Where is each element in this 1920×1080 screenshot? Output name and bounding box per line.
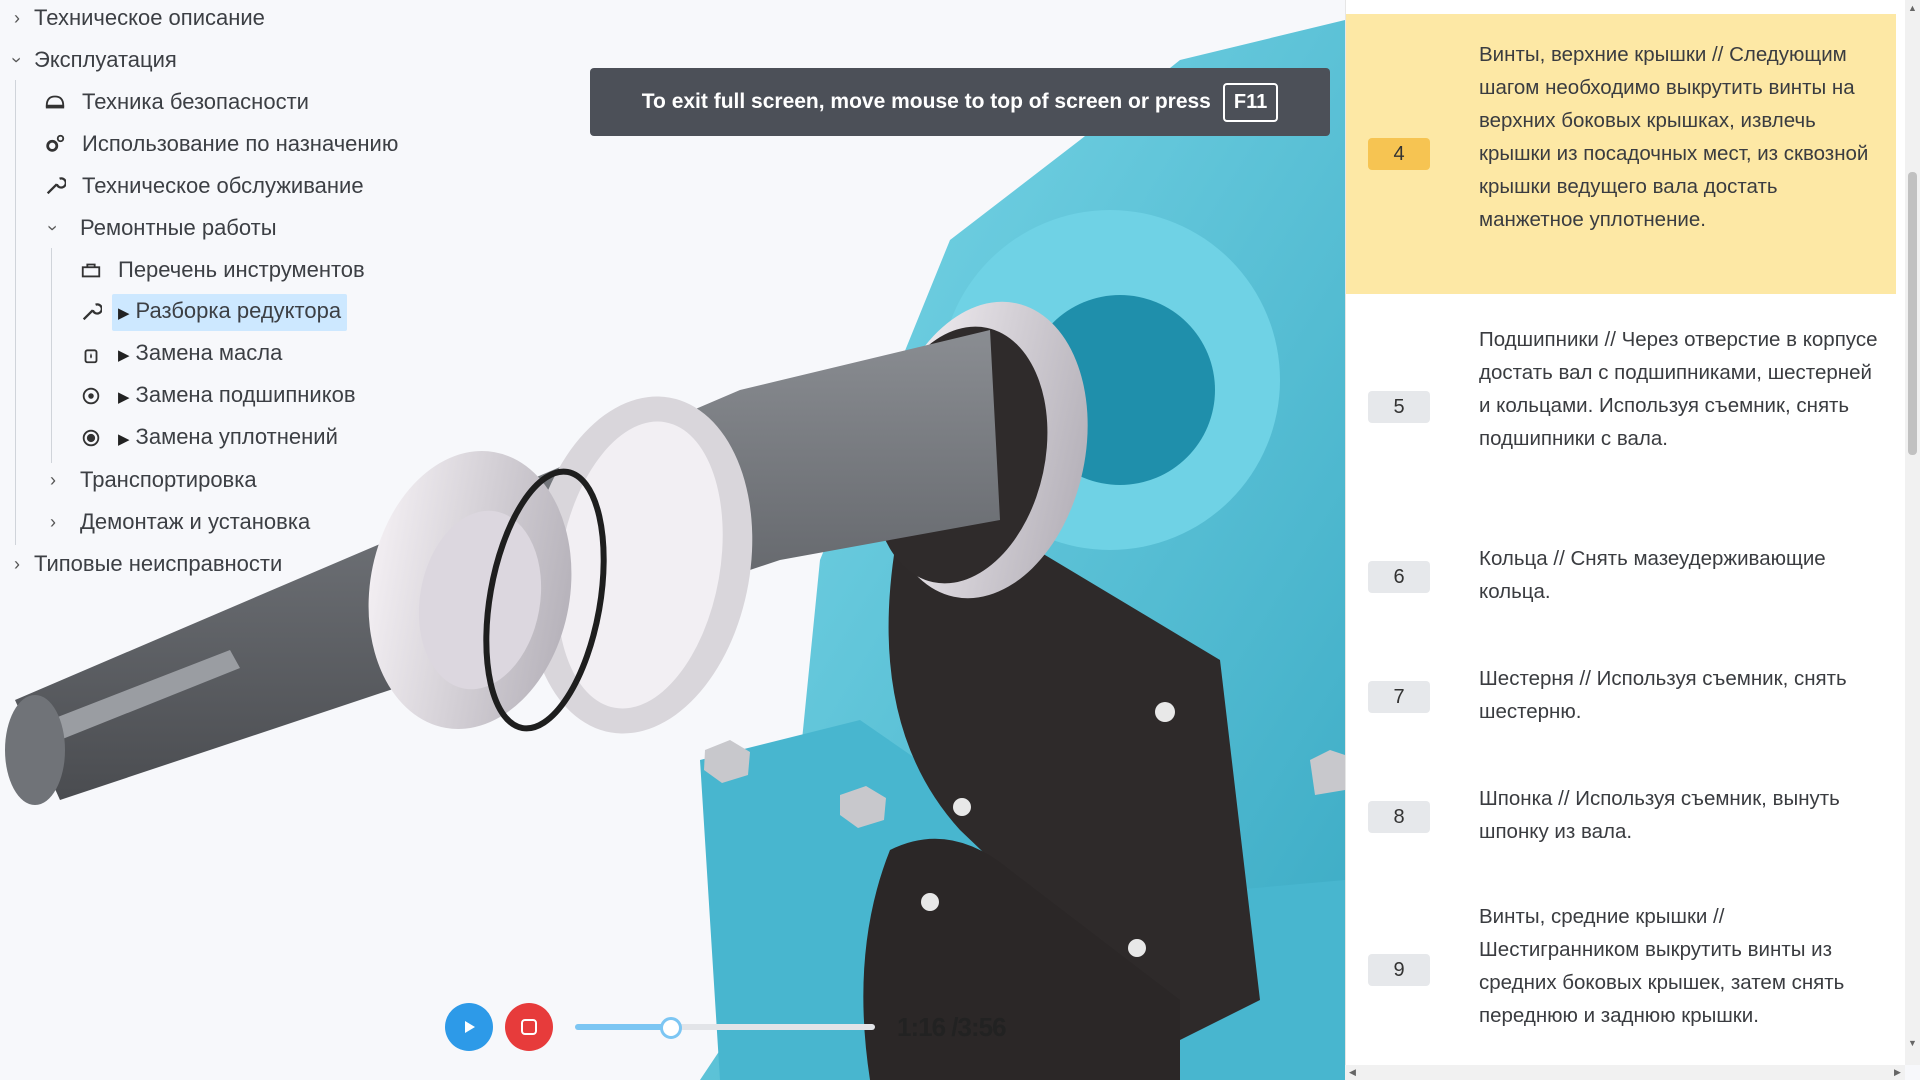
cover-hole [1155,702,1175,722]
step-text: Винты, средние крышки // Шестигранником … [1479,905,1845,1027]
tree-item-text: Замена масла [135,339,283,365]
step-text: Шестерня // Используя съемник, снять шес… [1479,667,1847,723]
scroll-down-arrow-icon[interactable]: ▼ [1905,1035,1920,1050]
scroll-left-arrow-icon[interactable]: ◀ [1345,1065,1360,1080]
step-number-badge: 9 [1368,954,1430,986]
tree-item-operation[interactable]: › Эксплуатация [6,42,183,78]
tree-item-safety[interactable]: Техника безопасности [42,84,315,120]
play-marker-icon: ▶ [118,304,130,322]
steps-vertical-scrollbar[interactable]: ▲ ▼ [1905,0,1920,1065]
play-icon [465,1021,475,1033]
play-marker-icon: ▶ [118,346,130,364]
tree-item-gearbox-disassembly[interactable]: ▶ Разборка редуктора [78,293,348,331]
step-text: Шпонка // Используя съемник, вынуть шпон… [1479,787,1840,843]
tree-item-text: Замена подшипников [135,381,356,407]
step-item[interactable]: 7 Шестерня // Используя съемник, снять ш… [1346,652,1896,742]
step-text: Кольца // Снять мазеудерживающие кольца. [1479,547,1826,603]
step-number-badge: 6 [1368,561,1430,593]
steps-panel: 4 Винты, верхние крышки // Следующим шаг… [1345,0,1906,1065]
tree-item-tool-list[interactable]: Перечень инструментов [78,252,371,288]
step-item[interactable]: 6 Кольца // Снять мазеудерживающие кольц… [1346,530,1896,620]
cover-hole [921,893,939,911]
tree-item-oil-change[interactable]: ▶ Замена масла [78,336,288,372]
tree-item-selected[interactable]: ▶ Разборка редуктора [112,293,348,331]
tree-item-repair[interactable]: › Ремонтные работы [42,210,283,246]
progress-slider[interactable] [575,1017,875,1039]
step-number-badge: 8 [1368,801,1430,833]
step-item[interactable]: 8 Шпонка // Используя съемник, вынуть шп… [1346,772,1896,862]
wrench-icon [78,294,104,330]
tree-item-bearing-replacement[interactable]: ▶ Замена подшипников [78,378,362,414]
animation-player: 1:16 /3:56 [445,1000,1045,1054]
tree-item-label: Демонтаж и установка [80,509,311,534]
tree-item-label: Использование по назначению [82,131,399,156]
tree-item-label: Транспортировка [80,467,257,492]
toast-message: To exit full screen, move mouse to top o… [641,90,1211,113]
chevron-right-icon[interactable]: › [42,462,64,498]
cover-hole [1128,939,1146,957]
stop-button[interactable] [505,1003,553,1051]
tree-item-label: Типовые неисправности [34,551,283,576]
step-number-badge: 4 [1368,138,1430,170]
chevron-down-icon[interactable]: › [0,49,35,71]
tree-item-text: Замена уплотнений [135,423,338,449]
wrench-icon [42,168,68,204]
tree-item-label: Техника безопасности [82,89,309,114]
chevron-right-icon[interactable]: › [6,546,28,582]
tree-item-dismantling[interactable]: › Демонтаж и установка [42,504,316,540]
chevron-right-icon[interactable]: › [42,504,64,540]
f11-key: F11 [1222,82,1279,122]
step-item[interactable]: 9 Винты, средние крышки // Шестиграннико… [1346,892,1896,1052]
play-marker-icon: ▶ [118,430,130,448]
step-text: Подшипники // Через отверстие в корпусе … [1479,328,1878,450]
tree-item-intended-use[interactable]: Использование по назначению [42,126,404,162]
toolbox-icon [78,252,104,288]
chevron-down-icon[interactable]: › [35,217,71,239]
tree-item-technical-description[interactable]: › Техническое описание [6,0,271,36]
step-text: Винты, верхние крышки // Следующим шагом… [1479,43,1869,231]
helmet-icon [42,84,68,120]
oil-can-icon [78,336,104,372]
step-item[interactable]: 4 Винты, верхние крышки // Следующим шаг… [1346,14,1896,294]
3d-viewport[interactable]: › Техническое описание › Эксплуатация Те… [0,0,1345,1080]
shaft-end [5,695,65,805]
step-number-badge: 7 [1368,681,1430,713]
tree-item-label: Эксплуатация [34,47,177,72]
content-tree: › Техническое описание › Эксплуатация Те… [0,0,460,580]
tree-item-transport[interactable]: › Транспортировка [42,462,263,498]
tree-item-label: Техническое обслуживание [82,173,364,198]
gears-icon [42,126,68,162]
tree-item-label: ▶ Замена подшипников [112,378,362,415]
tree-guide-line [51,248,52,463]
progress-fill [575,1024,671,1030]
step-number-badge: 5 [1368,391,1430,423]
tree-item-label: Техническое описание [34,5,265,30]
scroll-thumb[interactable] [1908,172,1917,455]
bearing-icon [78,378,104,414]
stop-icon [521,1019,537,1035]
tree-item-label: Перечень инструментов [118,257,365,282]
tree-item-label: ▶ Замена масла [112,336,288,373]
tree-item-seal-replacement[interactable]: ▶ Замена уплотнений [78,420,344,456]
tree-item-label: ▶ Замена уплотнений [112,420,344,457]
scroll-up-arrow-icon[interactable]: ▲ [1905,0,1920,15]
tree-guide-line [15,80,16,545]
tree-item-label: Ремонтные работы [80,215,277,240]
tree-item-typical-faults[interactable]: › Типовые неисправности [6,546,288,582]
tree-item-maintenance[interactable]: Техническое обслуживание [42,168,370,204]
chevron-right-icon[interactable]: › [6,0,28,36]
play-marker-icon: ▶ [118,388,130,406]
scroll-right-arrow-icon[interactable]: ▶ [1890,1065,1905,1080]
step-item[interactable]: 5 Подшипники // Через отверстие в корпус… [1346,308,1896,508]
seal-ring-icon [78,420,104,456]
tree-item-label: Разборка редуктора [135,297,342,323]
fullscreen-toast: To exit full screen, move mouse to top o… [590,68,1330,136]
play-button[interactable] [445,1003,493,1051]
progress-handle[interactable] [660,1017,682,1039]
time-display: 1:16 /3:56 [897,1012,1007,1042]
steps-horizontal-scrollbar[interactable]: ◀ ▶ [1345,1065,1905,1080]
cover-hole [953,798,971,816]
